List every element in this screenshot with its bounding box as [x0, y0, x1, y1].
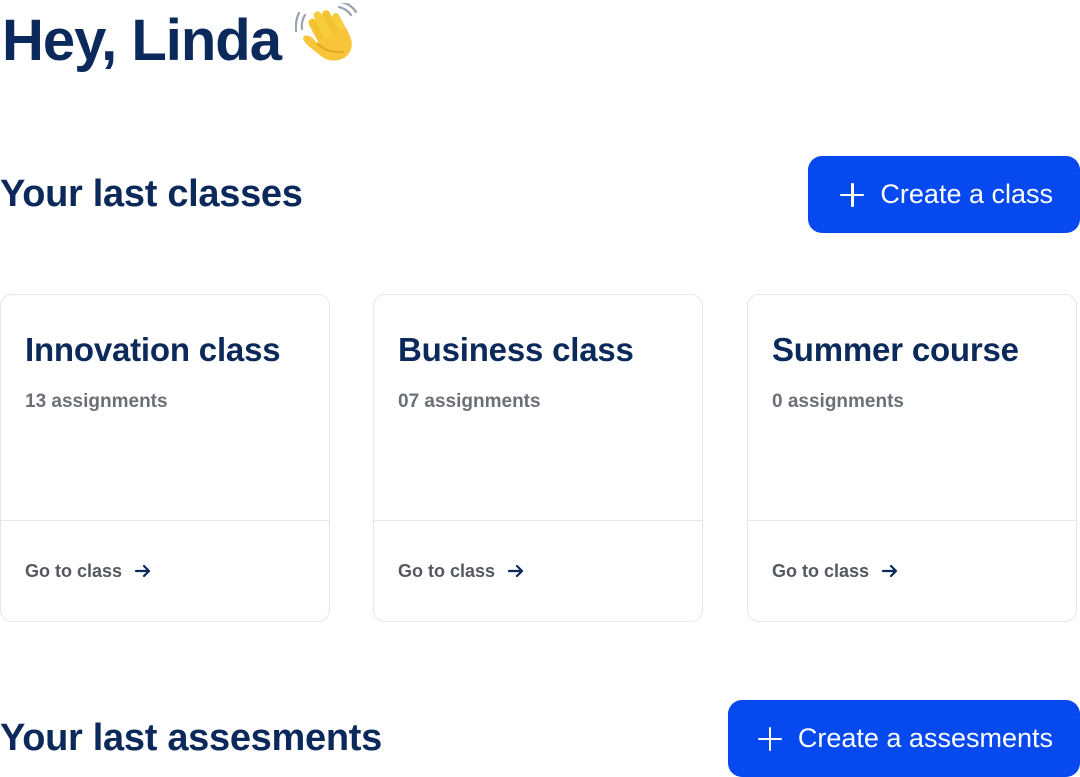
classes-section-header: Your last classes Create a class [0, 156, 1080, 233]
class-card-assignments: 13 assignments [25, 391, 168, 412]
greeting-heading: Hey, Linda [2, 0, 361, 80]
class-cards-list: Innovation class 13 assignments Go to cl… [0, 294, 1080, 624]
class-card-footer: Go to class [1, 521, 329, 621]
greeting-text: Hey, Linda [2, 7, 282, 73]
class-card-body: Innovation class 13 assignments [1, 295, 329, 521]
dashboard-page: Hey, Linda Your last classes Create a cl… [0, 0, 1080, 777]
create-class-button[interactable]: Create a class [808, 156, 1080, 233]
arrow-right-icon [507, 562, 525, 580]
create-assessment-button[interactable]: Create a assesments [727, 700, 1080, 777]
arrow-right-icon [134, 562, 152, 580]
plus-icon [757, 726, 782, 751]
go-to-class-link[interactable]: Go to class [772, 561, 899, 582]
go-to-class-link[interactable]: Go to class [25, 561, 152, 582]
class-card-title: Business class [398, 331, 634, 368]
class-card-footer: Go to class [374, 521, 702, 621]
class-card-body: Business class 07 assignments [374, 295, 702, 521]
go-to-class-label: Go to class [772, 560, 870, 581]
arrow-right-icon [881, 562, 899, 580]
class-card: Business class 07 assignments Go to clas… [373, 294, 703, 622]
class-card-footer: Go to class [748, 521, 1076, 621]
class-card-assignments: 07 assignments [398, 391, 541, 412]
classes-section-title: Your last classes [0, 173, 303, 215]
assessments-section-title: Your last assesments [0, 717, 382, 759]
go-to-class-link[interactable]: Go to class [398, 561, 525, 582]
create-class-button-label: Create a class [880, 179, 1053, 209]
class-card: Innovation class 13 assignments Go to cl… [0, 294, 330, 622]
class-card-title: Summer course [772, 331, 1019, 368]
assessments-section-header: Your last assesments Create a assesments [0, 700, 1080, 777]
go-to-class-label: Go to class [398, 560, 496, 581]
class-card: Summer course 0 assignments Go to class [747, 294, 1077, 622]
class-card-body: Summer course 0 assignments [748, 295, 1076, 521]
go-to-class-label: Go to class [25, 560, 123, 581]
plus-icon [840, 182, 865, 207]
create-assessment-button-label: Create a assesments [797, 723, 1053, 753]
waving-hand-icon [294, 3, 361, 69]
class-card-assignments: 0 assignments [772, 391, 904, 412]
class-card-title: Innovation class [25, 331, 281, 368]
